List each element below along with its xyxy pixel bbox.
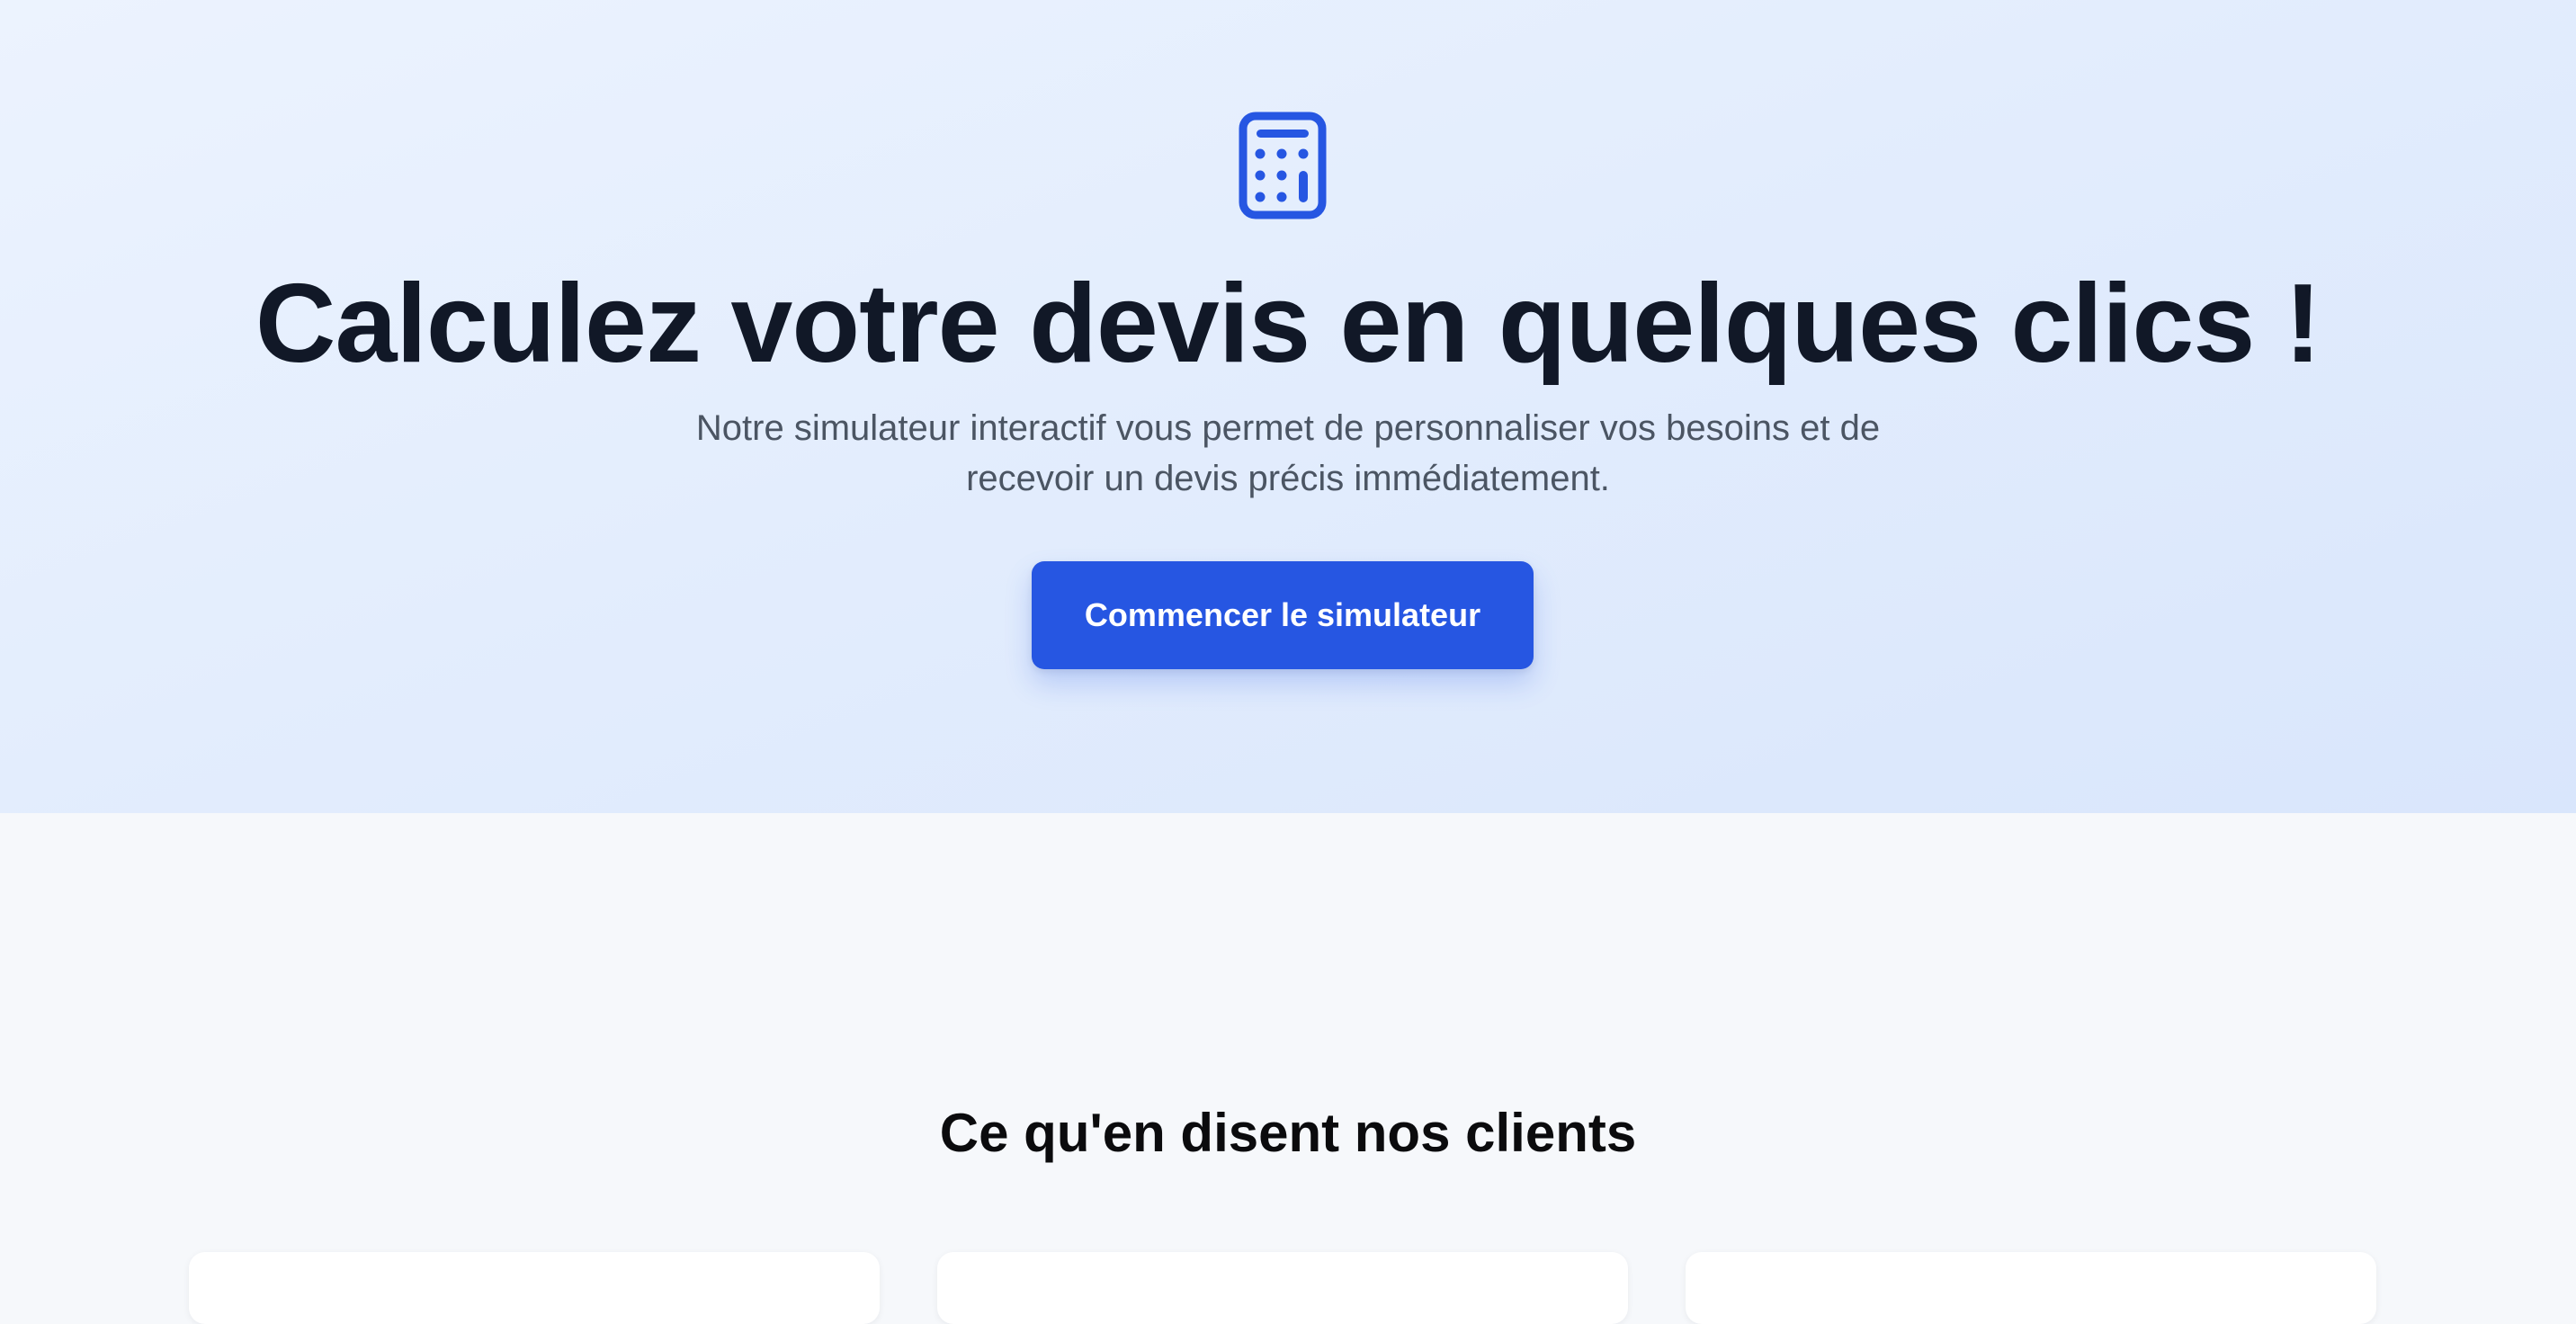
testimonials-title: Ce qu'en disent nos clients <box>939 1103 1637 1163</box>
hero-section: Calculez votre devis en quelques clics !… <box>0 0 2576 813</box>
testimonial-card <box>937 1252 1628 1324</box>
testimonial-card <box>1686 1252 2376 1324</box>
hero-subtitle: Notre simulateur interactif vous permet … <box>695 408 1881 498</box>
calculator-icon <box>1239 112 1327 219</box>
hero-title: Calculez votre devis en quelques clics ! <box>255 262 2321 386</box>
testimonial-card <box>189 1252 880 1324</box>
start-simulator-button[interactable]: Commencer le simulateur <box>1032 561 1534 669</box>
